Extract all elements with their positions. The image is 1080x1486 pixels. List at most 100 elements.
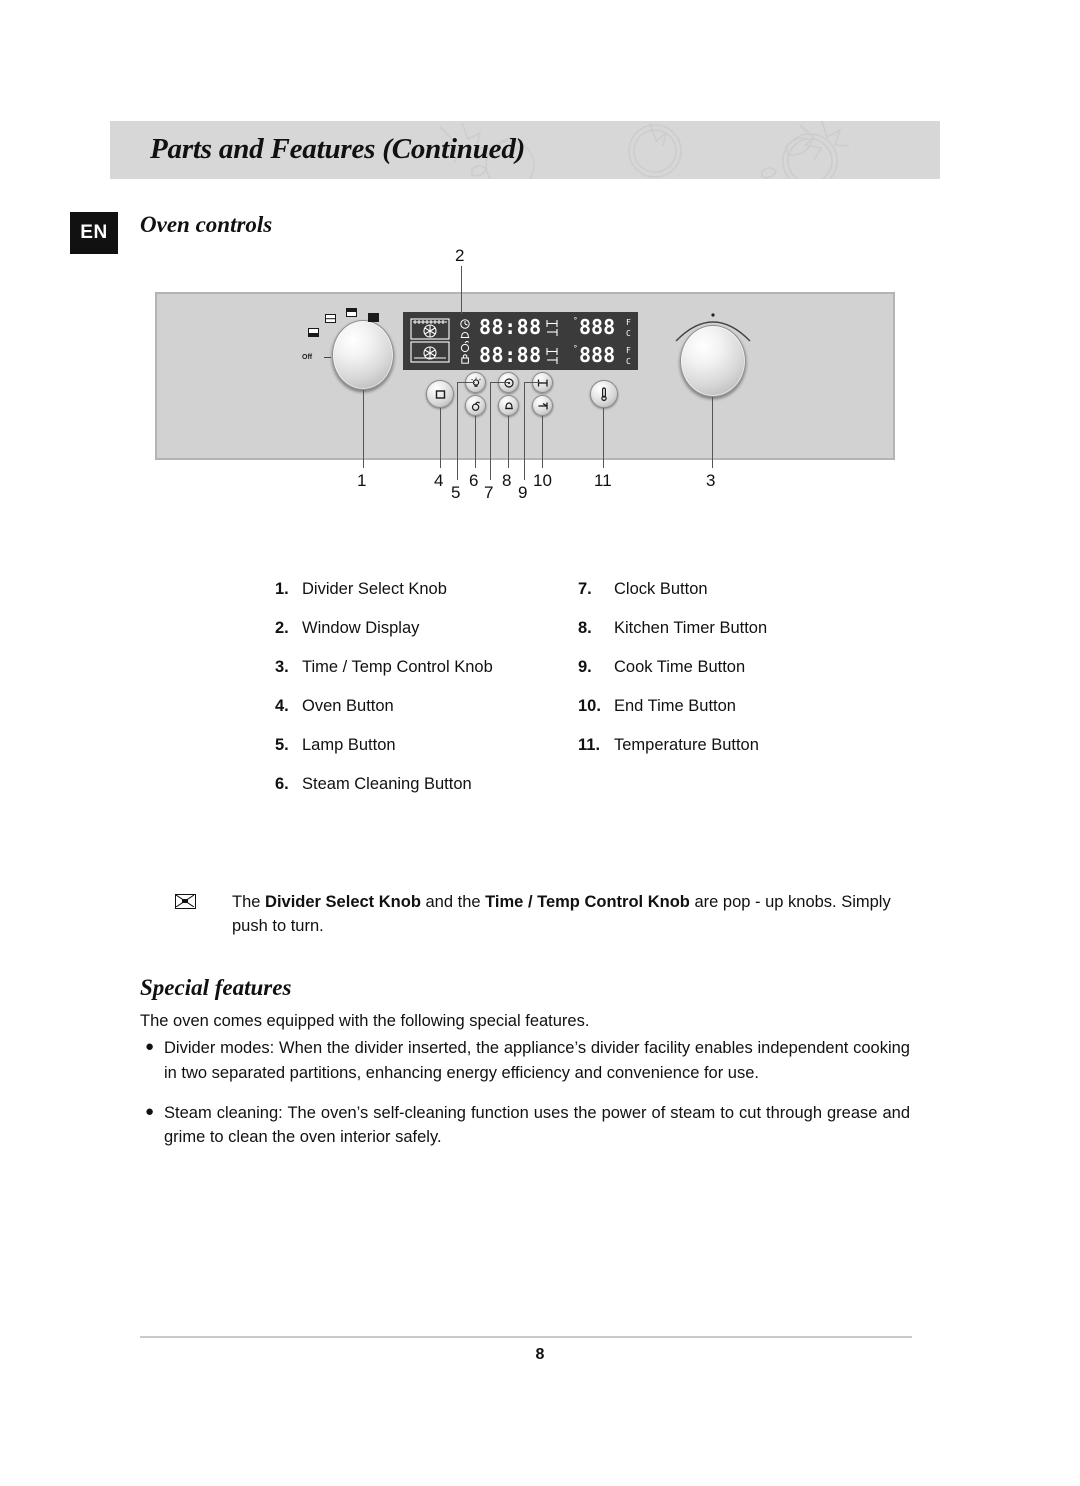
note-bold1: Divider Select Knob xyxy=(265,893,421,911)
note-text: The Divider Select Knob and the Time / T… xyxy=(232,890,915,939)
leader-line-7-h xyxy=(490,382,508,383)
callout-6: 6 xyxy=(469,471,479,490)
part-label: Window Display xyxy=(302,619,420,637)
part-label: Cook Time Button xyxy=(614,658,746,676)
lcd-time-upper: 88:88 xyxy=(479,315,542,339)
lcd-unit-c-lower: C xyxy=(626,357,631,366)
bullet-icon: ● xyxy=(145,1038,155,1055)
leader-line-7 xyxy=(490,382,491,480)
special-features-list: ● Divider modes: When the divider insert… xyxy=(140,1036,910,1165)
leader-line-3 xyxy=(712,397,713,468)
bullet-icon: ● xyxy=(145,1102,155,1120)
list-item: 4. Oven Button xyxy=(275,697,575,736)
oven-button[interactable] xyxy=(426,380,454,408)
knob-off-tick xyxy=(324,357,331,358)
special-features-intro: The oven comes equipped with the followi… xyxy=(140,1012,590,1030)
part-number: 10. xyxy=(578,697,601,715)
list-item: 1. Divider Select Knob xyxy=(275,580,575,619)
part-number: 1. xyxy=(275,580,289,598)
part-number: 3. xyxy=(275,658,289,676)
part-label: End Time Button xyxy=(614,697,736,715)
part-label: Clock Button xyxy=(614,580,708,598)
language-badge: EN xyxy=(70,212,118,254)
callout-2: 2 xyxy=(455,246,465,265)
part-number: 6. xyxy=(275,775,289,793)
list-item: 9. Cook Time Button xyxy=(578,658,888,697)
leader-line-10 xyxy=(542,416,543,468)
thermometer-icon xyxy=(601,387,607,402)
leader-line-9-h xyxy=(524,382,542,383)
lcd-unit-c-upper: C xyxy=(626,329,631,338)
steam-cleaning-icon xyxy=(471,401,480,411)
lcd-temp-upper: 888 xyxy=(579,315,615,339)
part-label: Steam Cleaning Button xyxy=(302,775,472,793)
list-item: 8. Kitchen Timer Button xyxy=(578,619,888,658)
page-title: Parts and Features (Continued) xyxy=(150,132,526,165)
special-feature-text: Divider modes: When the divider inserted… xyxy=(164,1039,910,1082)
section-title-special-features: Special features xyxy=(140,975,292,1000)
divider-mode-full-icon xyxy=(368,313,379,322)
lcd-unit-f-lower: F xyxy=(626,346,631,355)
note-bold2: Time / Temp Control Knob xyxy=(485,893,690,911)
leader-line-5-h xyxy=(457,382,475,383)
divider-mode-split-icon xyxy=(325,314,336,323)
part-label: Divider Select Knob xyxy=(302,580,447,598)
envelope-glyph xyxy=(176,895,194,907)
leader-line-11 xyxy=(603,408,604,468)
part-number: 2. xyxy=(275,619,289,637)
part-label: Time / Temp Control Knob xyxy=(302,658,493,676)
list-item: 11. Temperature Button xyxy=(578,736,888,775)
callout-9: 9 xyxy=(518,483,528,502)
part-label: Lamp Button xyxy=(302,736,396,754)
section-title-oven-controls: Oven controls xyxy=(140,212,273,237)
lcd-degree-upper: ° xyxy=(573,316,578,325)
note-envelope-icon xyxy=(175,894,196,909)
page-header-band: Parts and Features (Continued) xyxy=(110,121,940,179)
oven-icon xyxy=(435,389,445,399)
end-time-icon xyxy=(538,402,548,409)
lcd-time-lower: 88:88 xyxy=(479,343,542,367)
leader-line-4 xyxy=(440,408,441,468)
part-label: Oven Button xyxy=(302,697,394,715)
note-part2: and the xyxy=(420,893,486,911)
temperature-button[interactable] xyxy=(590,380,618,408)
special-feature-text: Steam cleaning: The oven’s self-cleaning… xyxy=(164,1103,910,1147)
list-item: 6. Steam Cleaning Button xyxy=(275,775,575,814)
bell-icon xyxy=(504,401,513,409)
callout-1: 1 xyxy=(357,471,367,490)
part-number: 7. xyxy=(578,580,592,598)
footer-divider xyxy=(140,1336,912,1338)
part-label: Kitchen Timer Button xyxy=(614,619,768,637)
list-item: ● Steam cleaning: The oven’s self-cleani… xyxy=(140,1101,910,1151)
list-item: 2. Window Display xyxy=(275,619,575,658)
callout-3: 3 xyxy=(706,471,716,490)
leader-line-8 xyxy=(508,416,509,468)
part-number: 4. xyxy=(275,697,289,715)
list-item: 5. Lamp Button xyxy=(275,736,575,775)
list-item: 10. End Time Button xyxy=(578,697,888,736)
callout-8: 8 xyxy=(502,471,512,490)
lcd-temp-lower: 888 xyxy=(579,343,615,367)
note-part1: The xyxy=(232,893,266,911)
end-time-button[interactable] xyxy=(532,395,553,416)
page-number: 8 xyxy=(535,1346,545,1363)
knob-off-label: Off xyxy=(302,354,313,361)
callout-10: 10 xyxy=(533,471,552,490)
part-number: 8. xyxy=(578,619,592,637)
callout-5: 5 xyxy=(451,483,461,502)
time-temp-control-knob[interactable] xyxy=(680,325,746,397)
note-block: The Divider Select Knob and the Time / T… xyxy=(175,890,915,939)
kitchen-timer-button[interactable] xyxy=(498,395,519,416)
part-number: 5. xyxy=(275,736,289,754)
leader-line-1 xyxy=(363,390,364,468)
oven-control-panel-diagram: Off 88:88 88:88 888 888 ° ° F C F C 2 1 … xyxy=(150,246,930,520)
lcd-degree-lower: ° xyxy=(573,344,578,353)
parts-list-left-column: 1. Divider Select Knob 2. Window Display… xyxy=(275,580,575,814)
list-item: ● Divider modes: When the divider insert… xyxy=(140,1036,910,1086)
divider-select-knob[interactable] xyxy=(332,320,394,390)
steam-cleaning-button[interactable] xyxy=(465,395,486,416)
window-display: 88:88 88:88 888 888 ° ° F C F C xyxy=(403,312,638,370)
part-label: Temperature Button xyxy=(614,736,759,754)
divider-mode-lower-icon xyxy=(308,328,319,337)
lcd-unit-f-upper: F xyxy=(626,318,631,327)
